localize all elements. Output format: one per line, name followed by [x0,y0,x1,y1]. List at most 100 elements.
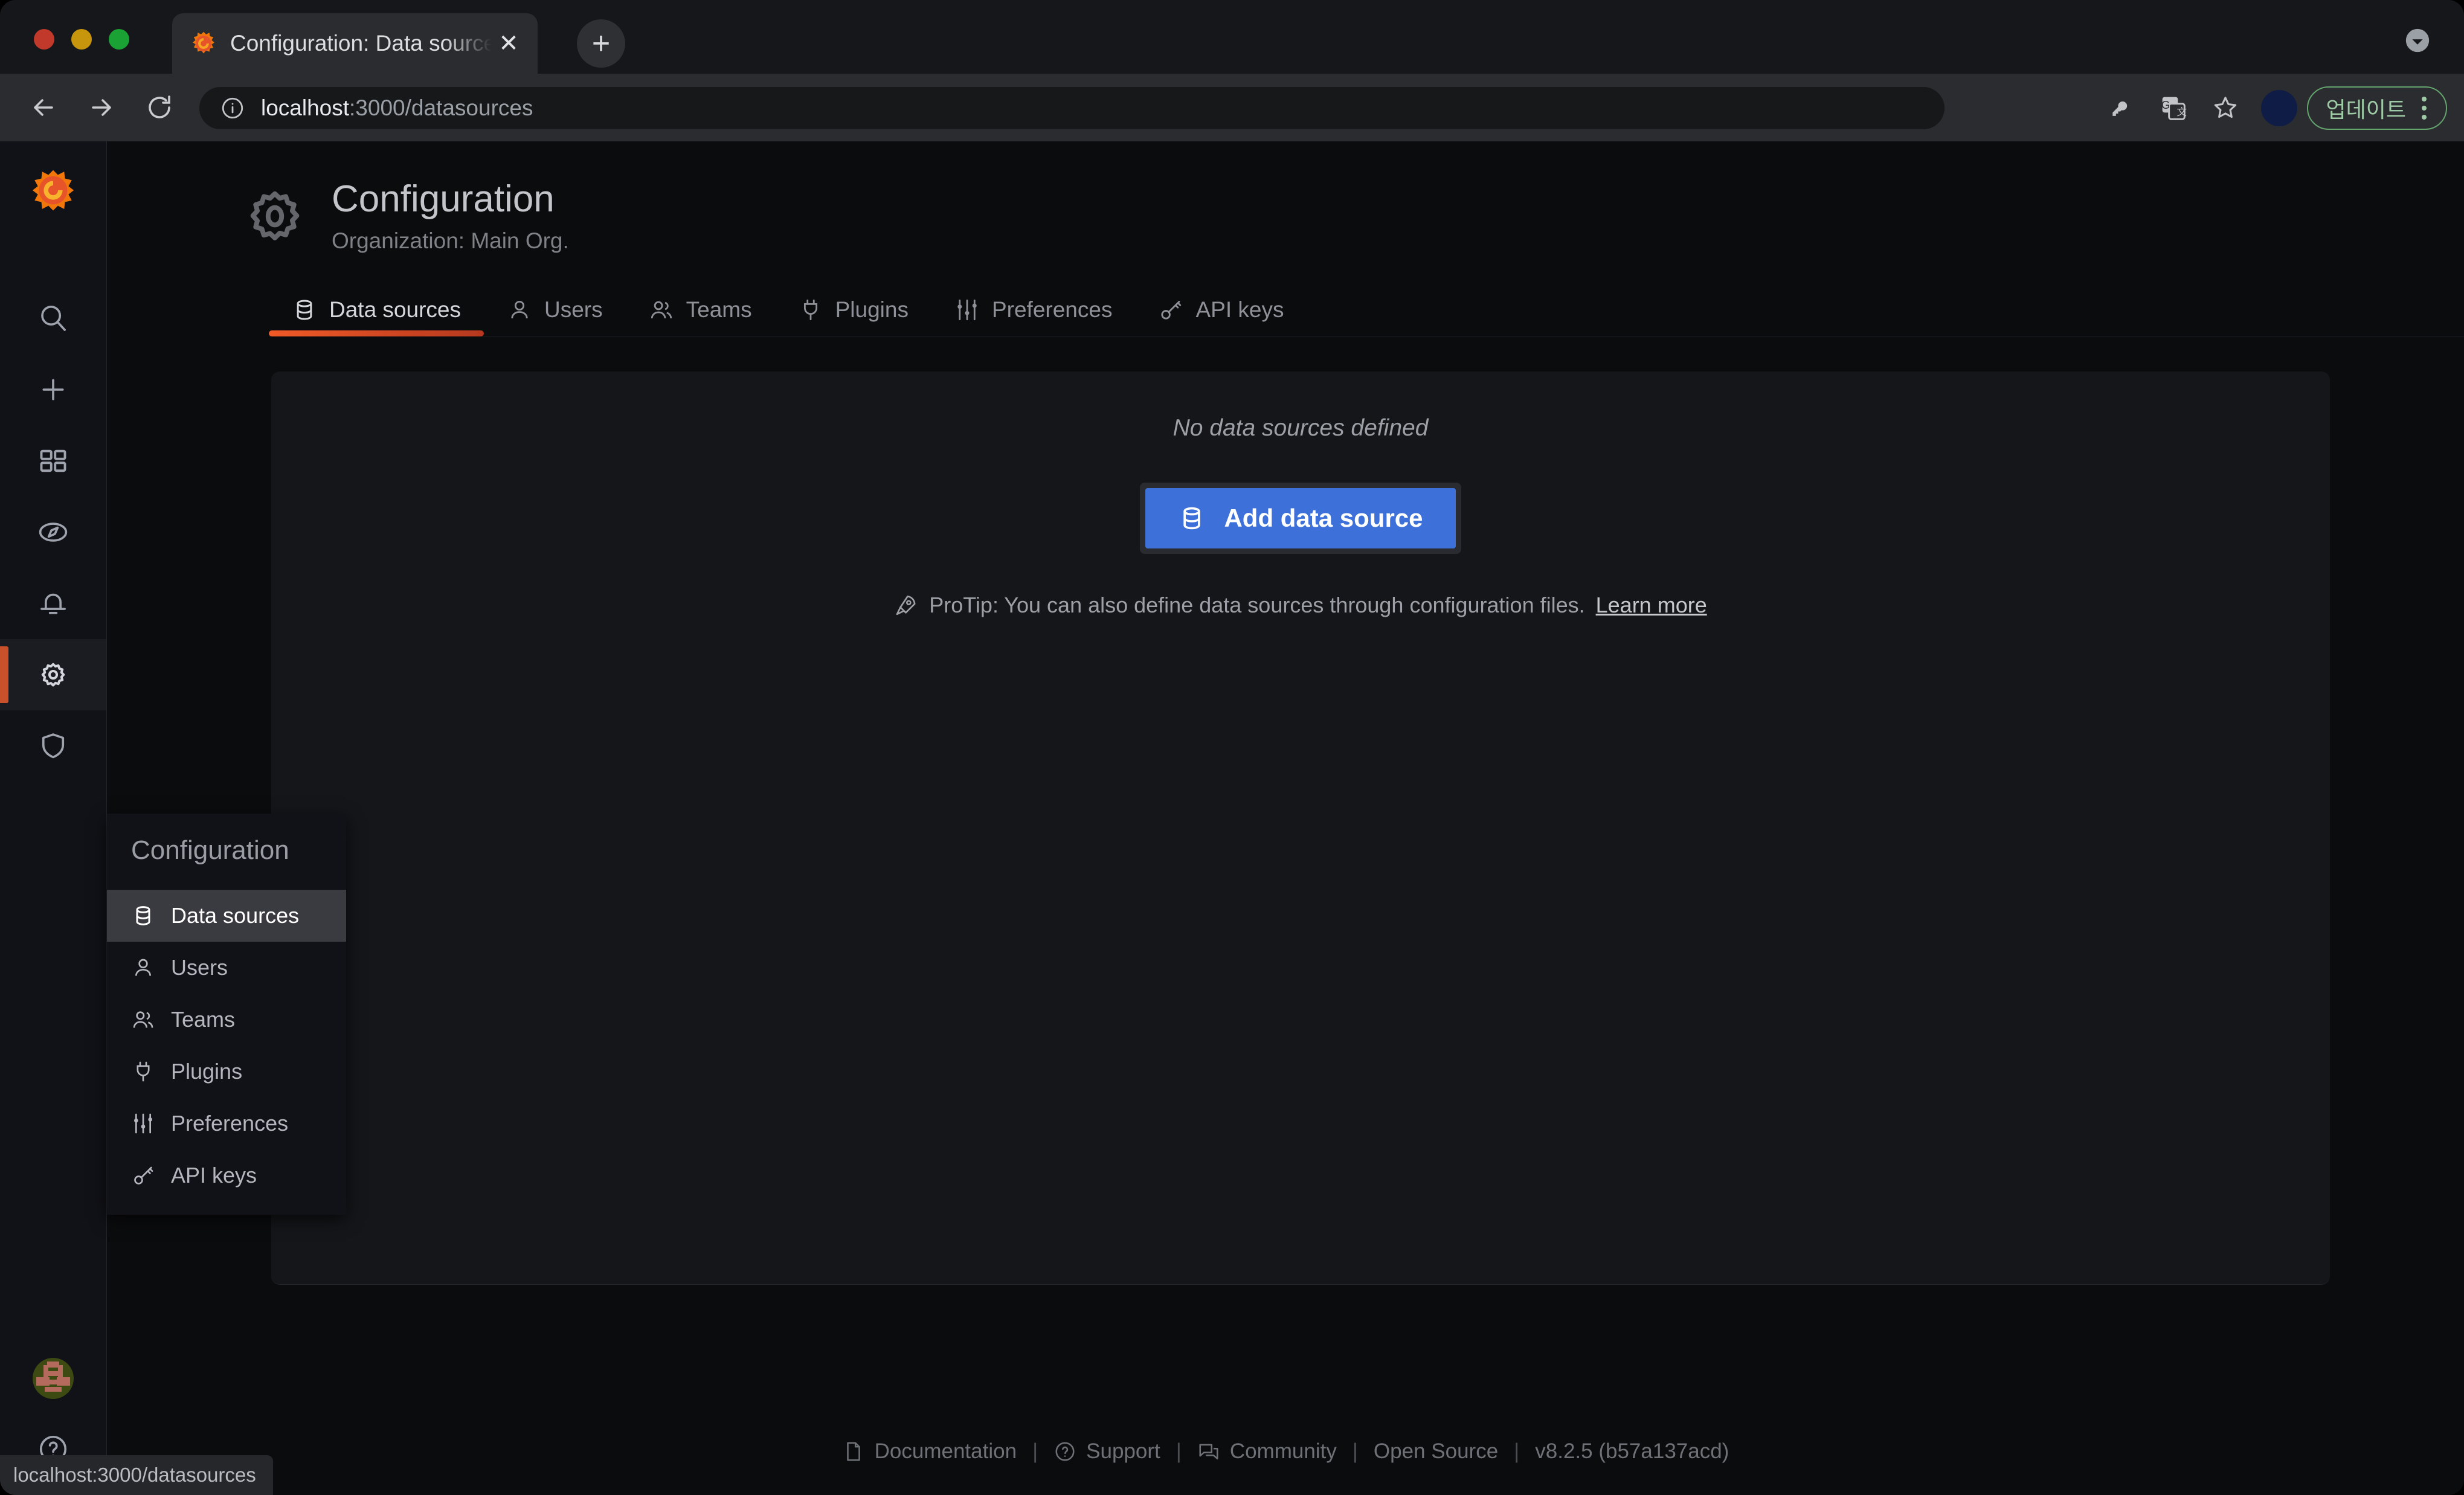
flyout-item-label: Teams [171,1007,236,1032]
close-window-button[interactable] [34,29,54,50]
arrow-left-icon[interactable] [21,85,66,130]
footer-label: Support [1086,1439,1160,1463]
flyout-title: Configuration [131,835,289,865]
plus-icon [42,379,64,400]
page-content: Configuration Organization: Main Org. Da… [107,141,2464,1495]
database-icon [1183,507,1201,530]
plug-icon [803,300,817,321]
organization-label: Organization: Main Org. [332,228,569,254]
footer-separator: | [1176,1439,1182,1463]
info-circle-icon [222,97,243,119]
tab-label: Preferences [991,297,1113,323]
sidebar-item-explore[interactable] [0,497,106,568]
sidebar-items [0,283,106,782]
tab-users[interactable]: Users [484,288,626,336]
tab-label: Teams [686,297,752,323]
datasources-empty-panel: No data sources defined Add data source … [271,371,2330,1285]
grafana-logo-icon [192,31,214,54]
apps-grid-icon [40,449,66,472]
footer-version: v8.2.5 (b57a137acd) [1519,1439,1745,1464]
tab-api-keys[interactable]: API keys [1135,288,1307,336]
sidebar-item-alerting[interactable] [0,568,106,639]
translate-icon[interactable]: 文 G [2147,87,2199,129]
flyout-item-teams[interactable]: Teams [107,994,346,1046]
users-alt-icon [133,1011,153,1028]
users-alt-icon [651,301,672,319]
avatar[interactable] [33,1358,74,1399]
gear-icon [250,191,300,240]
toolbar-actions: 文 G 업데이트 [2096,86,2464,130]
database-icon [297,300,312,320]
app-footer: Documentation | Support | Community | Op… [107,1439,2464,1464]
flyout-item-plugins[interactable]: Plugins [107,1046,346,1098]
flyout-item-api-keys[interactable]: API keys [107,1149,346,1201]
document-icon [846,1442,860,1461]
protip: ProTip: You can also define data sources… [271,593,2330,618]
chevron-down-circle-icon[interactable] [2400,23,2435,58]
update-button[interactable]: 업데이트 [2306,86,2447,130]
compass-icon [39,522,68,542]
arrow-right-icon[interactable] [79,85,124,130]
chrome-profile-avatar[interactable] [2260,90,2297,126]
tab-plugins[interactable]: Plugins [775,288,931,336]
url-path: :3000/datasources [349,95,533,120]
browser-window: Configuration: Data sources - G ✕ + loca… [0,0,2464,1495]
minimize-window-button[interactable] [71,29,92,50]
update-button-label: 업데이트 [2326,97,2406,122]
sliders-icon [957,300,977,321]
tab-data-sources[interactable]: Data sources [269,288,484,337]
tab-bar: Data sources Users Teams Plugins Prefere… [269,288,2464,337]
sidebar-item-create[interactable] [0,354,106,425]
flyout-item-users[interactable]: Users [107,942,346,994]
address-bar[interactable]: localhost:3000/datasources [199,87,1945,129]
comments-icon [1199,1444,1218,1460]
flyout-item-data-sources[interactable]: Data sources [107,890,346,942]
add-data-source-focus-ring: Add data source [1140,483,1461,555]
shield-icon [42,733,65,759]
footer-link-support[interactable]: Support [1038,1439,1176,1464]
footer-link-documentation[interactable]: Documentation [826,1439,1032,1464]
tab-label: Plugins [835,297,909,323]
new-tab-button[interactable]: + [577,19,625,68]
footer-separator: | [1514,1439,1520,1463]
sidebar-item-configuration[interactable] [0,639,106,710]
bookmark-star-icon[interactable] [2199,87,2251,129]
svg-text:G: G [2161,98,2170,111]
sidebar-item-server-admin[interactable] [0,710,106,782]
flyout-item-label: API keys [171,1163,257,1188]
key-icon[interactable] [2096,87,2147,129]
sidebar-rail [0,141,107,1495]
tab-teams[interactable]: Teams [626,288,775,336]
learn-more-link[interactable]: Learn more [1596,593,1707,618]
sidebar-item-search[interactable] [0,283,106,354]
tab-preferences[interactable]: Preferences [931,288,1136,336]
sidebar-item-dashboards[interactable] [0,425,106,497]
footer-version-label: v8.2.5 (b57a137acd) [1535,1439,1729,1463]
tab-label: Users [544,297,603,323]
configuration-flyout-menu: Configuration Data sources Users Teams P… [107,814,346,1215]
footer-separator: | [1352,1439,1358,1463]
footer-link-open-source[interactable]: Open Source [1358,1439,1514,1464]
footer-label: Documentation [874,1439,1017,1463]
maximize-window-button[interactable] [109,29,129,50]
browser-tab-title: Configuration: Data sources - G [230,31,492,56]
footer-separator: | [1032,1439,1038,1463]
plug-icon [137,1061,150,1082]
empty-state-message: No data sources defined [1172,415,1429,442]
protip-text: ProTip: You can also define data sources… [929,593,1585,618]
bell-icon [40,593,66,614]
reload-icon[interactable] [137,85,182,130]
footer-label: Open Source [1373,1439,1499,1463]
key-skeleton-icon [1161,301,1182,320]
tab-label: API keys [1195,297,1284,323]
flyout-item-preferences[interactable]: Preferences [107,1098,346,1149]
add-data-source-button[interactable]: Add data source [1145,488,1456,549]
footer-link-community[interactable]: Community [1182,1439,1353,1464]
grafana-logo[interactable] [30,168,77,215]
close-icon[interactable]: ✕ [492,27,526,60]
kebab-menu-icon[interactable] [2406,90,2442,126]
svg-text:文: 文 [2176,106,2187,118]
browser-tab[interactable]: Configuration: Data sources - G ✕ [172,13,538,74]
address-bar-text: localhost:3000/datasources [261,95,533,121]
flyout-item-label: Plugins [171,1059,243,1084]
